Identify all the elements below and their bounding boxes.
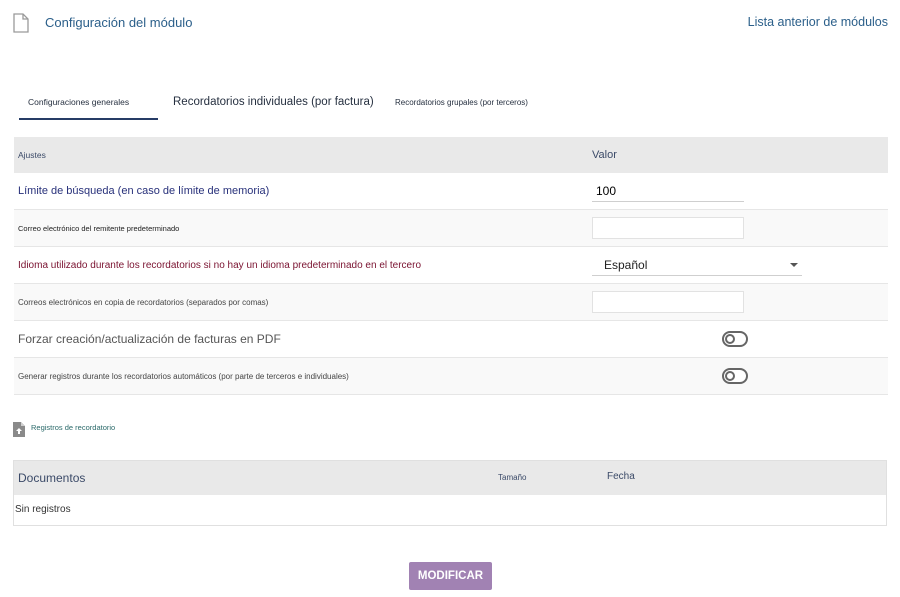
chevron-down-icon bbox=[790, 262, 798, 267]
back-to-modules-link[interactable]: Lista anterior de módulos bbox=[748, 15, 888, 29]
tab-general-settings[interactable]: Configuraciones generales bbox=[20, 84, 137, 120]
no-records-text: Sin registros bbox=[15, 504, 71, 515]
generate-logs-toggle[interactable] bbox=[722, 368, 748, 384]
settings-table: Ajustes Valor Límite de búsqueda (en cas… bbox=[14, 137, 888, 395]
column-header-settings: Ajustes bbox=[18, 150, 46, 160]
documents-table: Documentos Tamaño Fecha Sin registros bbox=[13, 460, 887, 526]
setting-row-language: Idioma utilizado durante los recordatori… bbox=[14, 247, 888, 284]
setting-row-sender-email: Correo electrónico del remitente predete… bbox=[14, 210, 888, 247]
language-selected-value: Español bbox=[604, 257, 648, 272]
tab-group-reminders[interactable]: Recordatorios grupales (por terceros) bbox=[395, 84, 528, 120]
column-header-documents[interactable]: Documentos bbox=[18, 471, 85, 485]
language-label: Idioma utilizado durante los recordatori… bbox=[18, 259, 422, 271]
reminder-logs-link[interactable]: Registros de recordatorio bbox=[31, 423, 115, 432]
force-pdf-toggle[interactable] bbox=[722, 331, 748, 347]
document-icon bbox=[13, 13, 29, 33]
documents-header-row: Documentos Tamaño Fecha bbox=[14, 461, 886, 495]
cc-emails-input[interactable] bbox=[592, 291, 744, 313]
tab-individual-reminders[interactable]: Recordatorios individuales (por factura) bbox=[173, 84, 374, 120]
sender-email-label: Correo electrónico del remitente predete… bbox=[18, 223, 180, 233]
tab-bar: Configuraciones generales Recordatorios … bbox=[14, 84, 888, 122]
setting-row-search-limit: Límite de búsqueda (en caso de límite de… bbox=[14, 173, 888, 210]
cc-emails-label: Correos electrónicos en copia de recorda… bbox=[18, 297, 269, 307]
column-header-value: Valor bbox=[592, 149, 617, 161]
force-pdf-label: Forzar creación/actualización de factura… bbox=[18, 332, 281, 346]
search-limit-input[interactable] bbox=[592, 180, 744, 202]
search-limit-label: Límite de búsqueda (en caso de límite de… bbox=[18, 185, 270, 197]
column-header-date[interactable]: Fecha bbox=[607, 471, 635, 482]
column-header-size[interactable]: Tamaño bbox=[498, 473, 526, 482]
setting-row-force-pdf: Forzar creación/actualización de factura… bbox=[14, 321, 888, 358]
generate-logs-label: Generar registros durante los recordator… bbox=[18, 371, 349, 381]
sender-email-input[interactable] bbox=[592, 217, 744, 239]
active-tab-indicator bbox=[19, 118, 158, 120]
modify-button[interactable]: MODIFICAR bbox=[409, 562, 492, 590]
settings-header-row: Ajustes Valor bbox=[14, 137, 888, 173]
setting-row-cc-emails: Correos electrónicos en copia de recorda… bbox=[14, 284, 888, 321]
page-title: Configuración del módulo bbox=[45, 15, 193, 30]
language-select[interactable]: Español bbox=[592, 254, 802, 276]
file-upload-icon bbox=[13, 422, 25, 437]
setting-row-generate-logs: Generar registros durante los recordator… bbox=[14, 358, 888, 395]
